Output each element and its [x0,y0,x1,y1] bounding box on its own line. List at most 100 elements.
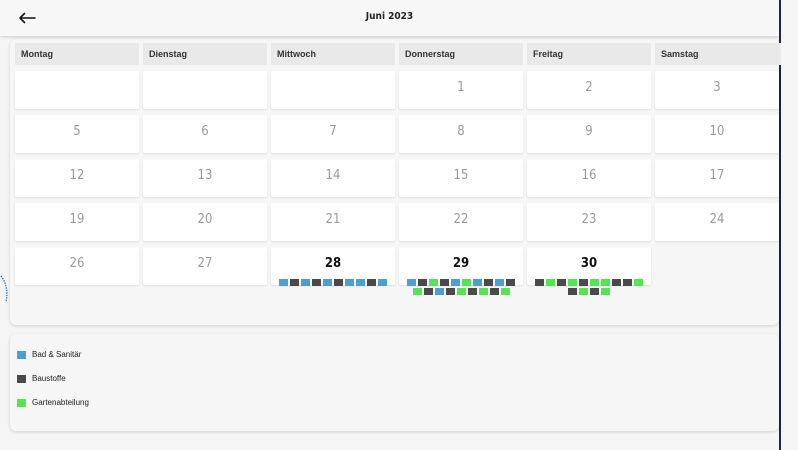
event-block-garten[interactable] [546,279,555,286]
day-cell-22[interactable]: 22 [399,203,523,241]
event-block-bau[interactable] [334,279,343,286]
day-cell-10[interactable]: 10 [655,115,779,153]
day-number: 8 [457,124,465,139]
event-block-bau[interactable] [440,279,449,286]
day-number: 10 [709,124,725,139]
event-block-bad[interactable] [434,288,444,295]
day-cell-23[interactable]: 23 [527,203,651,241]
day-number: 12 [69,168,85,183]
day-number: 9 [585,124,593,139]
day-number: 26 [69,256,85,271]
event-block-bau[interactable] [367,279,376,286]
day-cell-17[interactable]: 17 [655,159,779,197]
day-number: 19 [69,212,85,227]
event-block-garten[interactable] [634,279,643,286]
event-block-bad[interactable] [279,279,288,286]
day-number: 21 [325,212,341,227]
event-block-bau[interactable] [568,288,577,295]
legend-item-bad: Bad & Sanitär [17,350,81,359]
day-cell-empty [655,247,779,285]
event-block-bau[interactable] [535,279,544,286]
event-block-garten[interactable] [412,288,422,295]
event-block-garten[interactable] [429,279,438,286]
day-cell-16[interactable]: 16 [527,159,651,197]
day-cell-3[interactable]: 3 [655,71,779,109]
event-block-bau[interactable] [489,288,499,295]
day-cell-6[interactable]: 6 [143,115,267,153]
event-block-bad[interactable] [495,279,504,286]
event-block-bau[interactable] [418,279,427,286]
event-block-bad[interactable] [451,279,460,286]
event-block-bad[interactable] [407,279,416,286]
day-cell-28[interactable]: 28 [271,247,395,286]
page-title: Juni 2023 [365,11,414,22]
window-edge-divider [779,0,781,450]
event-block-bau[interactable] [557,279,566,286]
legend-item-bau: Baustoffe [17,374,66,383]
day-cell-30[interactable]: 30 [527,247,651,295]
event-block-bau[interactable] [445,288,455,295]
day-cell-13[interactable]: 13 [143,159,267,197]
day-cell-1[interactable]: 1 [399,71,523,109]
day-cell-21[interactable]: 21 [271,203,395,241]
event-block-garten[interactable] [456,288,466,295]
event-block-bau[interactable] [467,288,477,295]
event-block-bad[interactable] [356,279,365,286]
weekday-header-samstag: Samstag [655,43,781,65]
event-block-bau[interactable] [506,279,515,286]
day-cell-2[interactable]: 2 [527,71,651,109]
legend-swatch [17,398,26,407]
weekday-header-montag: Montag [15,43,139,65]
event-block-bau[interactable] [290,279,299,286]
event-block-bau[interactable] [579,279,588,286]
day-cell-29[interactable]: 29 [399,247,523,295]
day-cell-27[interactable]: 27 [143,247,267,285]
day-cell-12[interactable]: 12 [15,159,139,197]
day-cell-empty [271,71,395,109]
day-cell-24[interactable]: 24 [655,203,779,241]
event-block-bad[interactable] [345,279,354,286]
day-number: 5 [73,124,81,139]
day-cell-7[interactable]: 7 [271,115,395,153]
day-number: 20 [197,212,213,227]
event-block-garten[interactable] [601,288,610,295]
event-block-garten[interactable] [462,279,471,286]
event-block-garten[interactable] [478,288,488,295]
event-block-garten[interactable] [568,279,577,286]
day-cell-5[interactable]: 5 [15,115,139,153]
calendar-grid: Montag Dienstag Mittwoch Donnerstag Freitag S… [15,43,781,361]
day-cell-19[interactable]: 19 [15,203,139,241]
weekday-header-freitag: Freitag [527,43,651,65]
legend-card: Bad & Sanitär Baustoffe Gartenabteilung [10,334,779,431]
day-number: 27 [197,256,213,271]
day-number: 16 [581,168,597,183]
event-block-bad[interactable] [301,279,310,286]
event-block-bad[interactable] [323,279,332,286]
day-cell-15[interactable]: 15 [399,159,523,197]
event-block-garten[interactable] [601,279,610,286]
day-number: 13 [197,168,213,183]
event-block-bau[interactable] [423,288,433,295]
event-block-bad[interactable] [378,279,387,286]
event-block-bau[interactable] [590,288,599,295]
day-cell-8[interactable]: 8 [399,115,523,153]
day-number: 22 [453,212,469,227]
day-number: 23 [581,212,597,227]
event-block-bau[interactable] [312,279,321,286]
event-block-bau[interactable] [484,279,493,286]
event-block-bau[interactable] [612,279,621,286]
event-block-bau[interactable] [623,279,632,286]
event-block-garten[interactable] [500,288,510,295]
event-block-garten[interactable] [590,279,599,286]
day-cell-14[interactable]: 14 [271,159,395,197]
event-block-garten[interactable] [579,288,588,295]
day-cell-9[interactable]: 9 [527,115,651,153]
day-number: 3 [713,80,721,95]
legend-swatch [17,374,26,383]
day-cell-26[interactable]: 26 [15,247,139,285]
legend-item-garten: Gartenabteilung [17,398,89,407]
event-block-bad[interactable] [473,279,482,286]
event-list [533,279,645,295]
legend-label: Bad & Sanitär [32,350,82,359]
day-cell-20[interactable]: 20 [143,203,267,241]
